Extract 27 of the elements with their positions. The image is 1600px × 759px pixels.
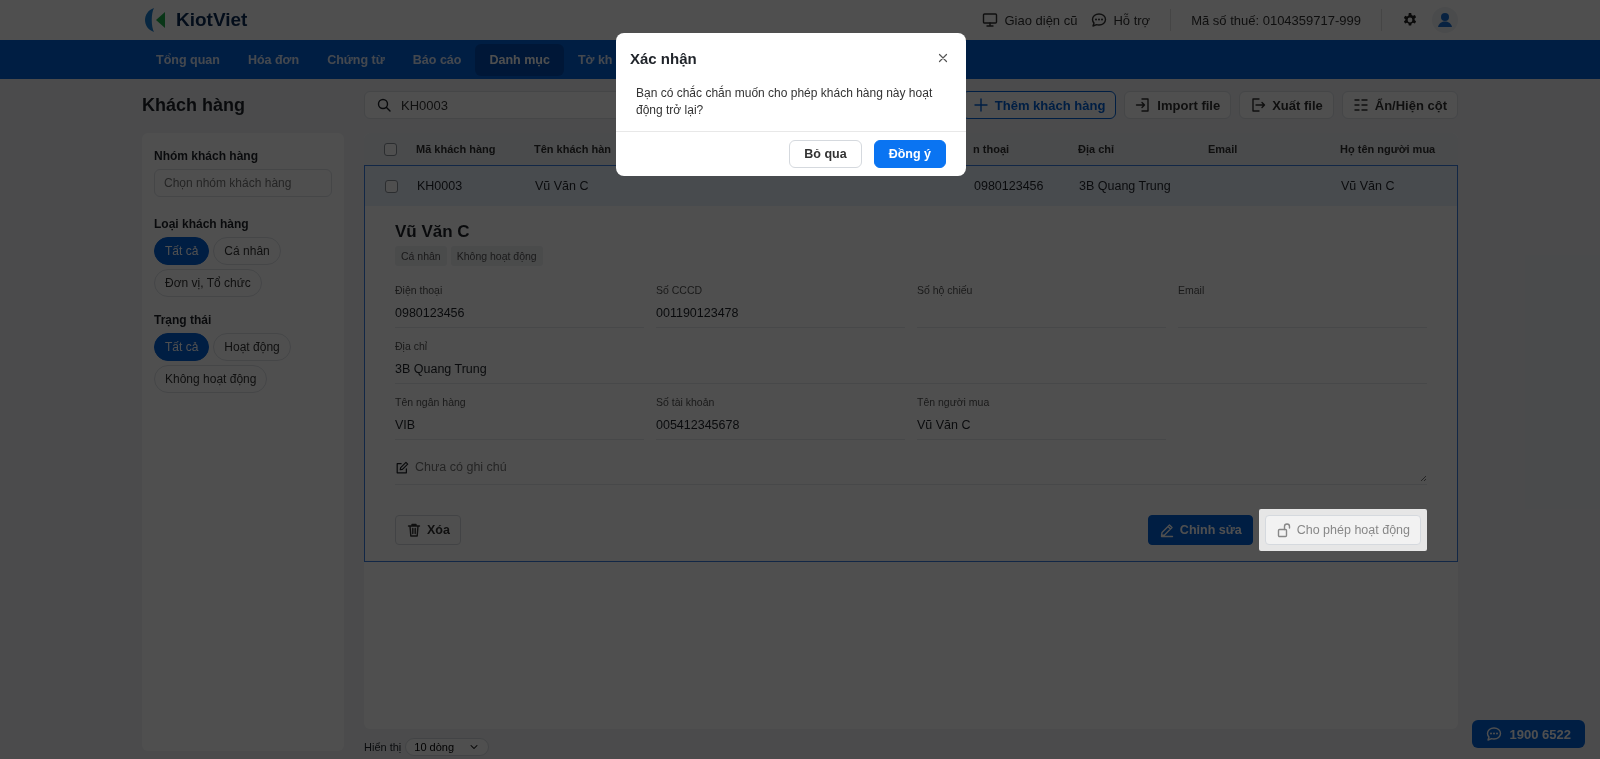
dialog-message: Bạn có chắc chắn muốn cho phép khách hàng này hoạt động trở lại? bbox=[635, 84, 934, 119]
filter-label: Nhóm khách hàng bbox=[154, 149, 259, 163]
dialog-title: Xác nhận bbox=[630, 49, 698, 67]
field-value: 0980123456 bbox=[395, 306, 466, 321]
table-cell: Vũ Văn C bbox=[535, 179, 589, 193]
column-header: n thoại bbox=[973, 143, 1010, 155]
page-title: Khách hàng bbox=[142, 94, 246, 116]
field-value: Vũ Văn C bbox=[917, 418, 972, 433]
column-header: Địa chỉ bbox=[1078, 143, 1115, 155]
table-cell: 3B Quang Trung bbox=[1079, 179, 1171, 193]
column-header: Tên khách hàn bbox=[534, 143, 612, 155]
column-header: Mã khách hàng bbox=[416, 143, 496, 155]
filter-label: Trạng thái bbox=[154, 313, 213, 327]
customer-name: Vũ Văn C bbox=[395, 222, 471, 242]
field-value: 001190123478 bbox=[656, 306, 740, 321]
page-size-label: Hiển thị bbox=[364, 741, 402, 753]
column-header: Email bbox=[1208, 143, 1238, 155]
tax-id: Mã số thuế: 0104359717-999 bbox=[1191, 12, 1361, 28]
table-cell: Vũ Văn C bbox=[1341, 179, 1395, 193]
brand-name: KiotViet bbox=[176, 9, 248, 31]
field-value: VIB bbox=[395, 418, 417, 433]
column-header: Họ tên người mua bbox=[1340, 143, 1436, 155]
field-value: 3B Quang Trung bbox=[395, 362, 488, 377]
field-value: 005412345678 bbox=[656, 418, 741, 433]
table-cell: 0980123456 bbox=[974, 179, 1044, 193]
filter-label: Loại khách hàng bbox=[154, 217, 250, 231]
table-cell: KH0003 bbox=[417, 179, 463, 193]
